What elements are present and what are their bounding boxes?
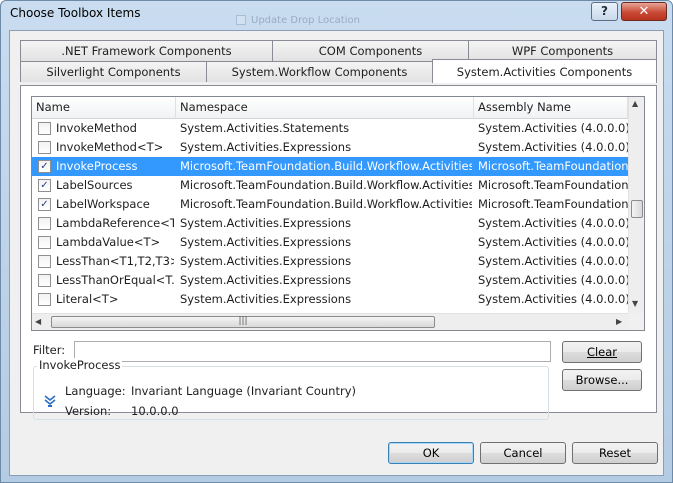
cell-name: InvokeMethod	[56, 121, 137, 135]
row-checkbox[interactable]: ✓	[38, 198, 51, 211]
vertical-scrollbar[interactable]: ▲ ▼	[628, 97, 644, 313]
cell-assembly-name: System.Activities (4.0.0.0)	[478, 235, 628, 249]
tab-panel: Name Namespace Assembly Name InvokeMetho…	[20, 85, 657, 420]
clear-button[interactable]: Clear	[562, 341, 642, 363]
table-row[interactable]: ✓ InvokeProcess Microsoft.TeamFoundation.B…	[32, 157, 628, 176]
cell-name: LessThan<T1,T2,T3>	[56, 254, 174, 268]
row-checkbox[interactable]	[38, 293, 51, 306]
cell-assembly-name: Microsoft.TeamFoundation	[478, 197, 628, 211]
cell-namespace: System.Activities.Expressions	[180, 292, 352, 306]
table-row[interactable]: LambdaValue<T> System.Activities.Expressi…	[32, 233, 628, 252]
table-row[interactable]: InvokeMethod<T> System.Activities.Express…	[32, 138, 628, 157]
cell-name: InvokeProcess	[56, 159, 138, 173]
cell-assembly-name: System.Activities (4.0.0.0)	[478, 292, 628, 306]
browse-button[interactable]: Browse...	[562, 369, 642, 391]
cell-namespace: System.Activities.Expressions	[180, 216, 352, 230]
close-button[interactable]: ✕	[621, 2, 667, 21]
cell-assembly-name: System.Activities (4.0.0.0)	[478, 140, 628, 154]
window-title: Choose Toolbox Items	[10, 6, 141, 20]
title-bar[interactable]: Choose Toolbox Items Update Drop Locatio…	[1, 1, 672, 27]
cell-name: LessThanOrEqual<T...	[56, 273, 174, 287]
dialog-client-area: .NET Framework Components COM Components…	[9, 30, 664, 476]
language-label: Language:	[65, 384, 126, 398]
cell-name: LambdaReference<T>	[56, 216, 174, 230]
language-value: Invariant Language (Invariant Country)	[131, 384, 356, 398]
table-row[interactable]: ✓ LabelWorkspace Microsoft.TeamFoundation.…	[32, 195, 628, 214]
version-value: 10.0.0.0	[131, 404, 179, 418]
row-checkbox[interactable]	[38, 274, 51, 287]
column-header-name[interactable]: Name	[32, 97, 176, 119]
cancel-button[interactable]: Cancel	[480, 442, 566, 464]
tab-system-workflow-components[interactable]: System.Workflow Components	[206, 61, 433, 82]
cell-name: LabelSources	[56, 178, 133, 192]
details-title: InvokeProcess	[37, 358, 123, 372]
scroll-down-icon[interactable]: ▼	[632, 299, 638, 308]
cell-namespace: System.Activities.Statements	[180, 121, 350, 135]
row-checkbox[interactable]	[38, 217, 51, 230]
filter-label: Filter:	[33, 343, 66, 357]
row-checkbox[interactable]: ✓	[38, 179, 51, 192]
tab-net-framework-components[interactable]: .NET Framework Components	[20, 40, 273, 61]
version-label: Version:	[65, 404, 112, 418]
clear-button-label: Clear	[586, 345, 618, 359]
table-row[interactable]: LessThanOrEqual<T... System.Activities.Ex…	[32, 271, 628, 290]
background-window-title: Update Drop Location	[236, 15, 411, 27]
scroll-left-icon[interactable]: ◀	[35, 317, 41, 326]
table-row[interactable]: LambdaReference<T> System.Activities.Expr…	[32, 214, 628, 233]
cell-assembly-name: System.Activities (4.0.0.0)	[478, 121, 628, 135]
components-grid: Name Namespace Assembly Name InvokeMetho…	[31, 96, 645, 331]
cell-assembly-name: System.Activities (4.0.0.0)	[478, 273, 628, 287]
help-button[interactable]: ?	[591, 2, 618, 21]
column-header-namespace[interactable]: Namespace	[176, 97, 474, 119]
dialog-window: Choose Toolbox Items Update Drop Locatio…	[0, 0, 673, 483]
tab-com-components[interactable]: COM Components	[272, 40, 469, 61]
cell-assembly-name: Microsoft.TeamFoundation	[478, 159, 628, 173]
cell-namespace: System.Activities.Expressions	[180, 254, 352, 268]
row-checkbox[interactable]	[38, 236, 51, 249]
ok-button[interactable]: OK	[388, 442, 474, 464]
filter-input[interactable]	[74, 341, 551, 362]
table-row[interactable]: InvokeMethod System.Activities.Statements…	[32, 119, 628, 138]
tab-wpf-components[interactable]: WPF Components	[468, 40, 657, 61]
cell-namespace: System.Activities.Expressions	[180, 140, 352, 154]
cell-name: InvokeMethod<T>	[56, 140, 164, 154]
table-row[interactable]: LessThan<T1,T2,T3> System.Activities.Expr…	[32, 252, 628, 271]
cell-namespace: Microsoft.TeamFoundation.Build.Workflow.…	[180, 197, 472, 211]
row-checkbox[interactable]	[38, 141, 51, 154]
cell-assembly-name: Microsoft.TeamFoundation	[478, 178, 628, 192]
cell-assembly-name: System.Activities (4.0.0.0)	[478, 216, 628, 230]
table-row[interactable]: Literal<T> System.Activities.Expressions S…	[32, 290, 628, 309]
row-checkbox[interactable]: ✓	[38, 160, 51, 173]
horizontal-scrollbar[interactable]: ◀ ||| ▶	[32, 313, 628, 330]
vertical-scroll-thumb[interactable]	[631, 200, 643, 218]
cell-name: LabelWorkspace	[56, 197, 150, 211]
cell-assembly-name: System.Activities (4.0.0.0)	[478, 254, 628, 268]
cell-name: Literal<T>	[56, 292, 119, 306]
scroll-up-icon[interactable]: ▲	[632, 99, 638, 108]
column-header-assembly-name[interactable]: Assembly Name	[474, 97, 628, 119]
table-row[interactable]: ✓ LabelSources Microsoft.TeamFoundation.Bu…	[32, 176, 628, 195]
cell-namespace: System.Activities.Expressions	[180, 235, 352, 249]
cell-namespace: System.Activities.Expressions	[180, 273, 352, 287]
row-checkbox[interactable]	[38, 255, 51, 268]
background-window-title-text: Update Drop Location	[251, 15, 360, 26]
tab-system-activities-components[interactable]: System.Activities Components	[432, 59, 657, 83]
window-icon	[236, 15, 246, 25]
row-checkbox[interactable]	[38, 122, 51, 135]
cell-namespace: Microsoft.TeamFoundation.Build.Workflow.…	[180, 178, 472, 192]
scroll-right-icon[interactable]: ▶	[616, 317, 622, 326]
cell-name: LambdaValue<T>	[56, 235, 161, 249]
reset-button[interactable]: Reset	[572, 442, 658, 464]
toolbox-item-icon	[44, 395, 56, 407]
horizontal-scroll-thumb[interactable]: |||	[51, 316, 435, 328]
scrollbar-corner	[628, 313, 644, 330]
tab-silverlight-components[interactable]: Silverlight Components	[20, 61, 207, 82]
cell-namespace: Microsoft.TeamFoundation.Build.Workflow.…	[180, 159, 472, 173]
